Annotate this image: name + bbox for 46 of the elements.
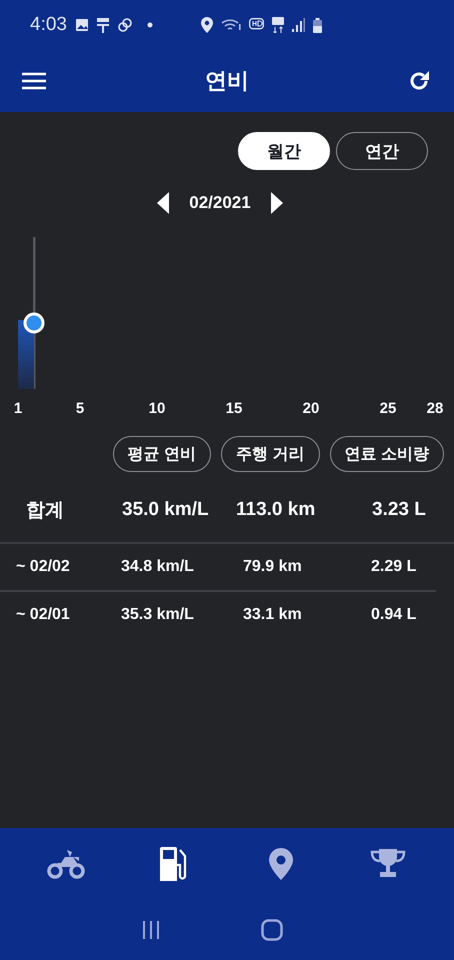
screen-title: 연비 — [205, 67, 249, 95]
month-label: 02/2021 — [189, 193, 251, 213]
signal-icon — [292, 18, 305, 32]
axis-label: 20 — [302, 400, 320, 417]
axis-label: 25 — [380, 400, 396, 417]
total-value: 35.0 km/L — [122, 499, 210, 521]
fuel-pump-icon[interactable] — [159, 847, 188, 881]
wifi-icon — [220, 18, 241, 32]
image-icon — [74, 18, 89, 32]
axis-label: 5 — [76, 400, 84, 417]
previous-month-icon[interactable] — [157, 192, 170, 214]
data-point[interactable] — [24, 312, 44, 334]
axis-label: 1 — [14, 400, 22, 417]
total-label: 합계 — [26, 499, 65, 523]
table-cell-text: 79.9 km — [243, 558, 303, 576]
axis-label: 10 — [148, 400, 166, 417]
dot-icon — [146, 22, 153, 28]
date-cell-text: ~ 02/02 — [16, 558, 71, 576]
date-cell-text: ~ 02/01 — [16, 606, 71, 624]
location-pin-icon[interactable] — [268, 848, 293, 880]
refresh-icon[interactable] — [408, 70, 430, 92]
battery-icon — [312, 18, 322, 32]
period-tab[interactable]: 월간 — [238, 132, 330, 170]
recent-apps-icon[interactable] — [141, 921, 161, 939]
total-value: 113.0 km — [236, 499, 316, 521]
metric-button[interactable]: 연료 소비량 — [330, 436, 444, 472]
table-cell-text: 0.94 L — [371, 606, 418, 624]
table-cell-text: 34.8 km/L — [121, 558, 195, 576]
table-cell-text: 2.29 L — [371, 558, 418, 576]
metric-button[interactable]: 주행 거리 — [221, 436, 320, 472]
period-tab[interactable]: 연간 — [336, 132, 428, 170]
link-icon — [116, 17, 133, 33]
table-cell-text: 33.1 km — [243, 606, 303, 624]
table-cell-text: 35.3 km/L — [121, 606, 195, 624]
location-icon — [200, 17, 213, 33]
hd-icon — [248, 18, 264, 32]
home-icon[interactable] — [261, 919, 283, 941]
status-time: 4:03 — [30, 14, 67, 36]
total-value: 3.23 L — [372, 499, 427, 521]
menu-icon[interactable] — [22, 72, 46, 90]
trophy-icon[interactable] — [370, 849, 406, 879]
axis-label: 28 — [426, 400, 444, 417]
metric-button[interactable]: 평균 연비 — [112, 436, 212, 472]
motorcycle-icon[interactable] — [46, 849, 85, 879]
axis-label: 15 — [226, 400, 242, 417]
next-month-icon[interactable] — [270, 192, 283, 214]
